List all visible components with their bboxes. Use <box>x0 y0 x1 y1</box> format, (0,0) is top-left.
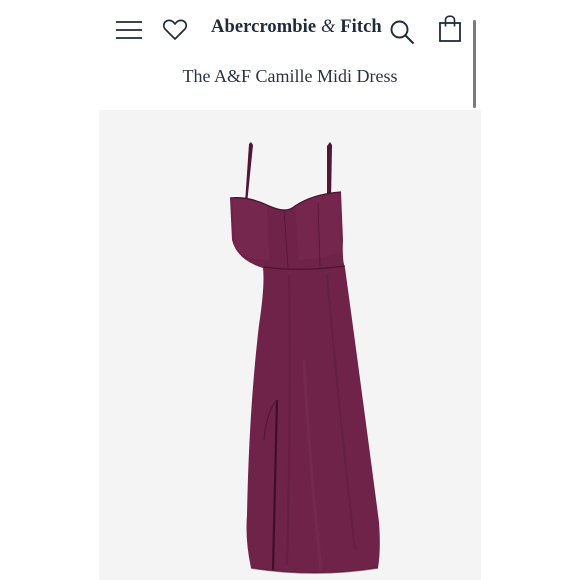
search-icon[interactable] <box>389 19 415 45</box>
bag-icon[interactable] <box>438 15 462 43</box>
top-nav-bar: Abercrombie & Fitch <box>99 0 481 62</box>
product-page: Abercrombie & Fitch The A&F Camille Midi… <box>99 0 481 580</box>
brand-ampersand: & <box>320 17 336 37</box>
scrollbar[interactable] <box>473 20 476 108</box>
menu-icon[interactable] <box>115 18 143 42</box>
brand-name: Abercrombie <box>211 17 317 37</box>
dress-image <box>229 142 380 574</box>
product-image[interactable] <box>99 110 481 580</box>
product-title: The A&F Camille Midi Dress <box>182 66 398 86</box>
brand-logo[interactable]: Abercrombie & Fitch <box>211 17 382 38</box>
heart-icon[interactable] <box>162 18 188 42</box>
screenshot-frame: Abercrombie & Fitch The A&F Camille Midi… <box>0 0 580 580</box>
brand-suffix: Fitch <box>340 17 382 37</box>
